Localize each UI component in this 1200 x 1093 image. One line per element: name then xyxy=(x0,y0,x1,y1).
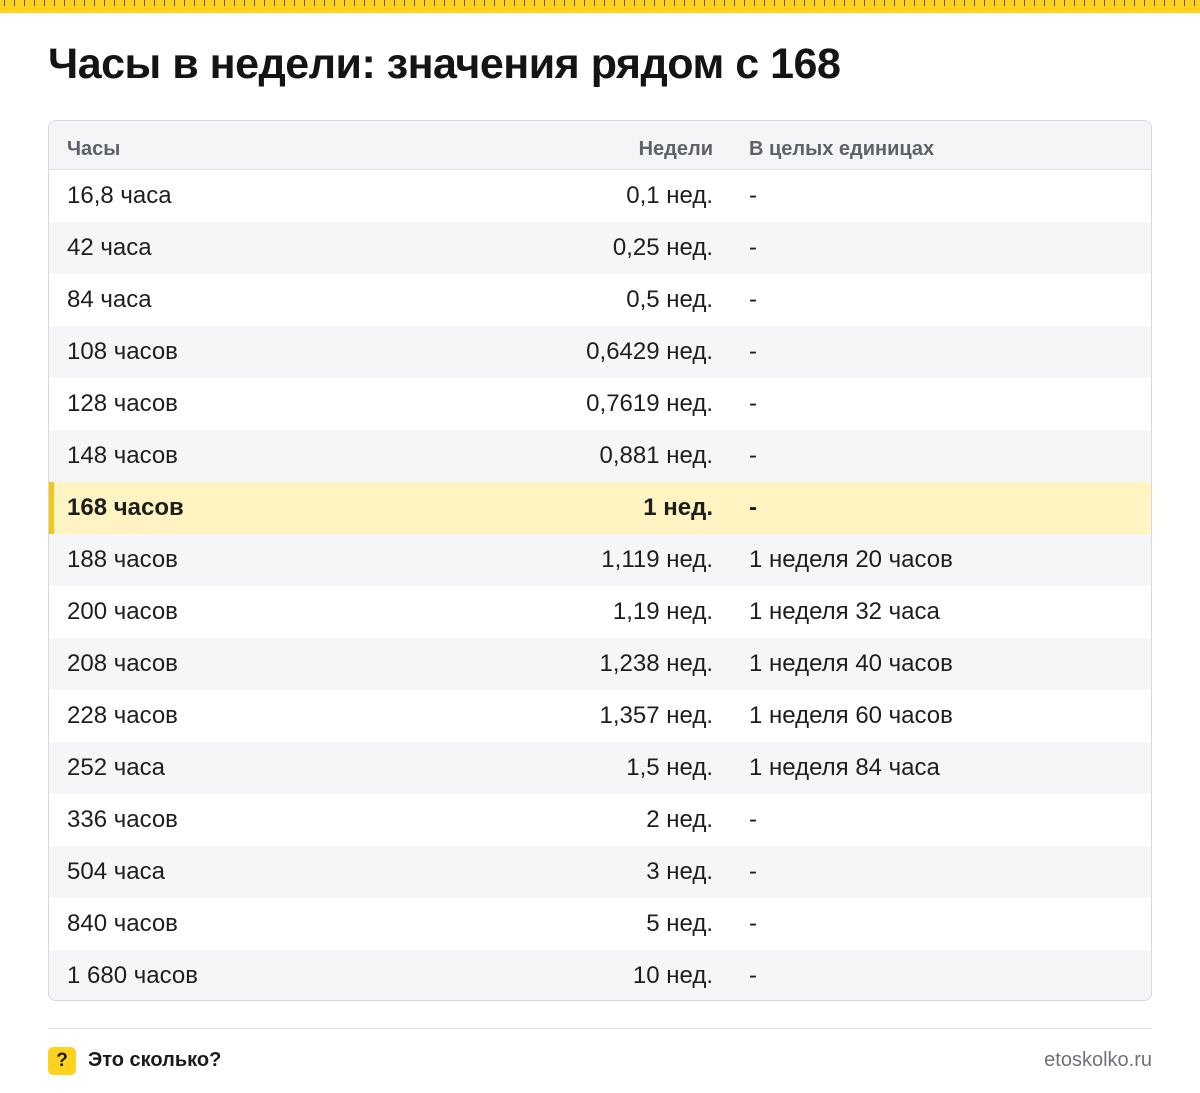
cell-hours: 200 часов xyxy=(67,598,178,625)
cell-hours: 228 часов xyxy=(67,702,178,729)
cell-weeks: 1 нед. xyxy=(643,494,713,521)
cell-whole-units: - xyxy=(749,234,757,261)
logo-question-icon: ? xyxy=(48,1047,76,1075)
cell-whole-units: - xyxy=(749,962,757,989)
table-row: 252 часа 1,5 нед. 1 неделя 84 часа xyxy=(49,742,1151,794)
cell-weeks: 1,19 нед. xyxy=(612,598,713,625)
cell-whole-units: - xyxy=(749,286,757,313)
cell-whole-units: - xyxy=(749,338,757,365)
table-row: 108 часов 0,6429 нед. - xyxy=(49,326,1151,378)
table-row: 208 часов 1,238 нед. 1 неделя 40 часов xyxy=(49,638,1151,690)
table-row: 148 часов 0,881 нед. - xyxy=(49,430,1151,482)
table-row: 336 часов 2 нед. - xyxy=(49,794,1151,846)
table-row-highlighted: 168 часов 1 нед. - xyxy=(49,482,1151,534)
cell-hours: 504 часа xyxy=(67,858,165,885)
cell-hours: 128 часов xyxy=(67,390,178,417)
cell-hours: 1 680 часов xyxy=(67,962,198,989)
cell-whole-units: - xyxy=(749,494,757,521)
table-row: 42 часа 0,25 нед. - xyxy=(49,222,1151,274)
cell-weeks: 1,238 нед. xyxy=(599,650,713,677)
cell-whole-units: - xyxy=(749,182,757,209)
table-row: 1 680 часов 10 нед. - xyxy=(49,950,1151,1000)
cell-hours: 16,8 часа xyxy=(67,182,172,209)
table-row: 840 часов 5 нед. - xyxy=(49,898,1151,950)
header-weeks: Недели xyxy=(638,137,713,160)
cell-whole-units: 1 неделя 84 часа xyxy=(749,754,940,781)
cell-weeks: 2 нед. xyxy=(646,806,713,833)
table-row: 128 часов 0,7619 нед. - xyxy=(49,378,1151,430)
table-row: 504 часа 3 нед. - xyxy=(49,846,1151,898)
table-header: Часы Недели В целых единицах xyxy=(49,121,1151,170)
footer-divider xyxy=(48,1028,1152,1029)
cell-weeks: 0,1 нед. xyxy=(626,182,713,209)
cell-weeks: 0,7619 нед. xyxy=(586,390,713,417)
site-url[interactable]: etoskolko.ru xyxy=(1044,1049,1152,1072)
table-row: 16,8 часа 0,1 нед. - xyxy=(49,170,1151,222)
table-row: 84 часа 0,5 нед. - xyxy=(49,274,1151,326)
table-row: 188 часов 1,119 нед. 1 неделя 20 часов xyxy=(49,534,1151,586)
cell-hours: 168 часов xyxy=(67,494,184,521)
cell-hours: 336 часов xyxy=(67,806,178,833)
cell-weeks: 3 нед. xyxy=(646,858,713,885)
cell-weeks: 5 нед. xyxy=(646,910,713,937)
cell-weeks: 1,5 нед. xyxy=(626,754,713,781)
cell-whole-units: - xyxy=(749,442,757,469)
cell-whole-units: 1 неделя 40 часов xyxy=(749,650,953,677)
cell-whole-units: - xyxy=(749,806,757,833)
cell-weeks: 1,119 нед. xyxy=(601,546,713,573)
cell-weeks: 0,25 нед. xyxy=(612,234,713,261)
cell-whole-units: - xyxy=(749,858,757,885)
ruler-strip xyxy=(0,0,1200,13)
table-body: 16,8 часа 0,1 нед. -42 часа 0,25 нед. -84 ча… xyxy=(49,170,1151,1000)
cell-hours: 208 часов xyxy=(67,650,178,677)
page-title: Часы в недели: значения рядом с 168 xyxy=(48,40,841,88)
cell-hours: 84 часа xyxy=(67,286,152,313)
cell-hours: 188 часов xyxy=(67,546,178,573)
cell-hours: 840 часов xyxy=(67,910,178,937)
cell-hours: 108 часов xyxy=(67,338,178,365)
cell-whole-units: - xyxy=(749,390,757,417)
cell-whole-units: - xyxy=(749,910,757,937)
cell-hours: 252 часа xyxy=(67,754,165,781)
cell-hours: 42 часа xyxy=(67,234,152,261)
brand-name: Это сколько? xyxy=(88,1049,222,1071)
table-row: 228 часов 1,357 нед. 1 неделя 60 часов xyxy=(49,690,1151,742)
cell-whole-units: 1 неделя 32 часа xyxy=(749,598,940,625)
cell-weeks: 0,6429 нед. xyxy=(586,338,713,365)
cell-whole-units: 1 неделя 20 часов xyxy=(749,546,953,573)
cell-weeks: 1,357 нед. xyxy=(599,702,713,729)
cell-whole-units: 1 неделя 60 часов xyxy=(749,702,953,729)
cell-weeks: 0,5 нед. xyxy=(626,286,713,313)
cell-weeks: 0,881 нед. xyxy=(599,442,713,469)
header-hours: Часы xyxy=(67,137,121,160)
cell-hours: 148 часов xyxy=(67,442,178,469)
cell-weeks: 10 нед. xyxy=(632,962,713,989)
header-whole-units: В целых единицах xyxy=(749,137,935,160)
table-row: 200 часов 1,19 нед. 1 неделя 32 часа xyxy=(49,586,1151,638)
conversion-table: Часы Недели В целых единицах 16,8 часа 0,… xyxy=(48,120,1152,1001)
